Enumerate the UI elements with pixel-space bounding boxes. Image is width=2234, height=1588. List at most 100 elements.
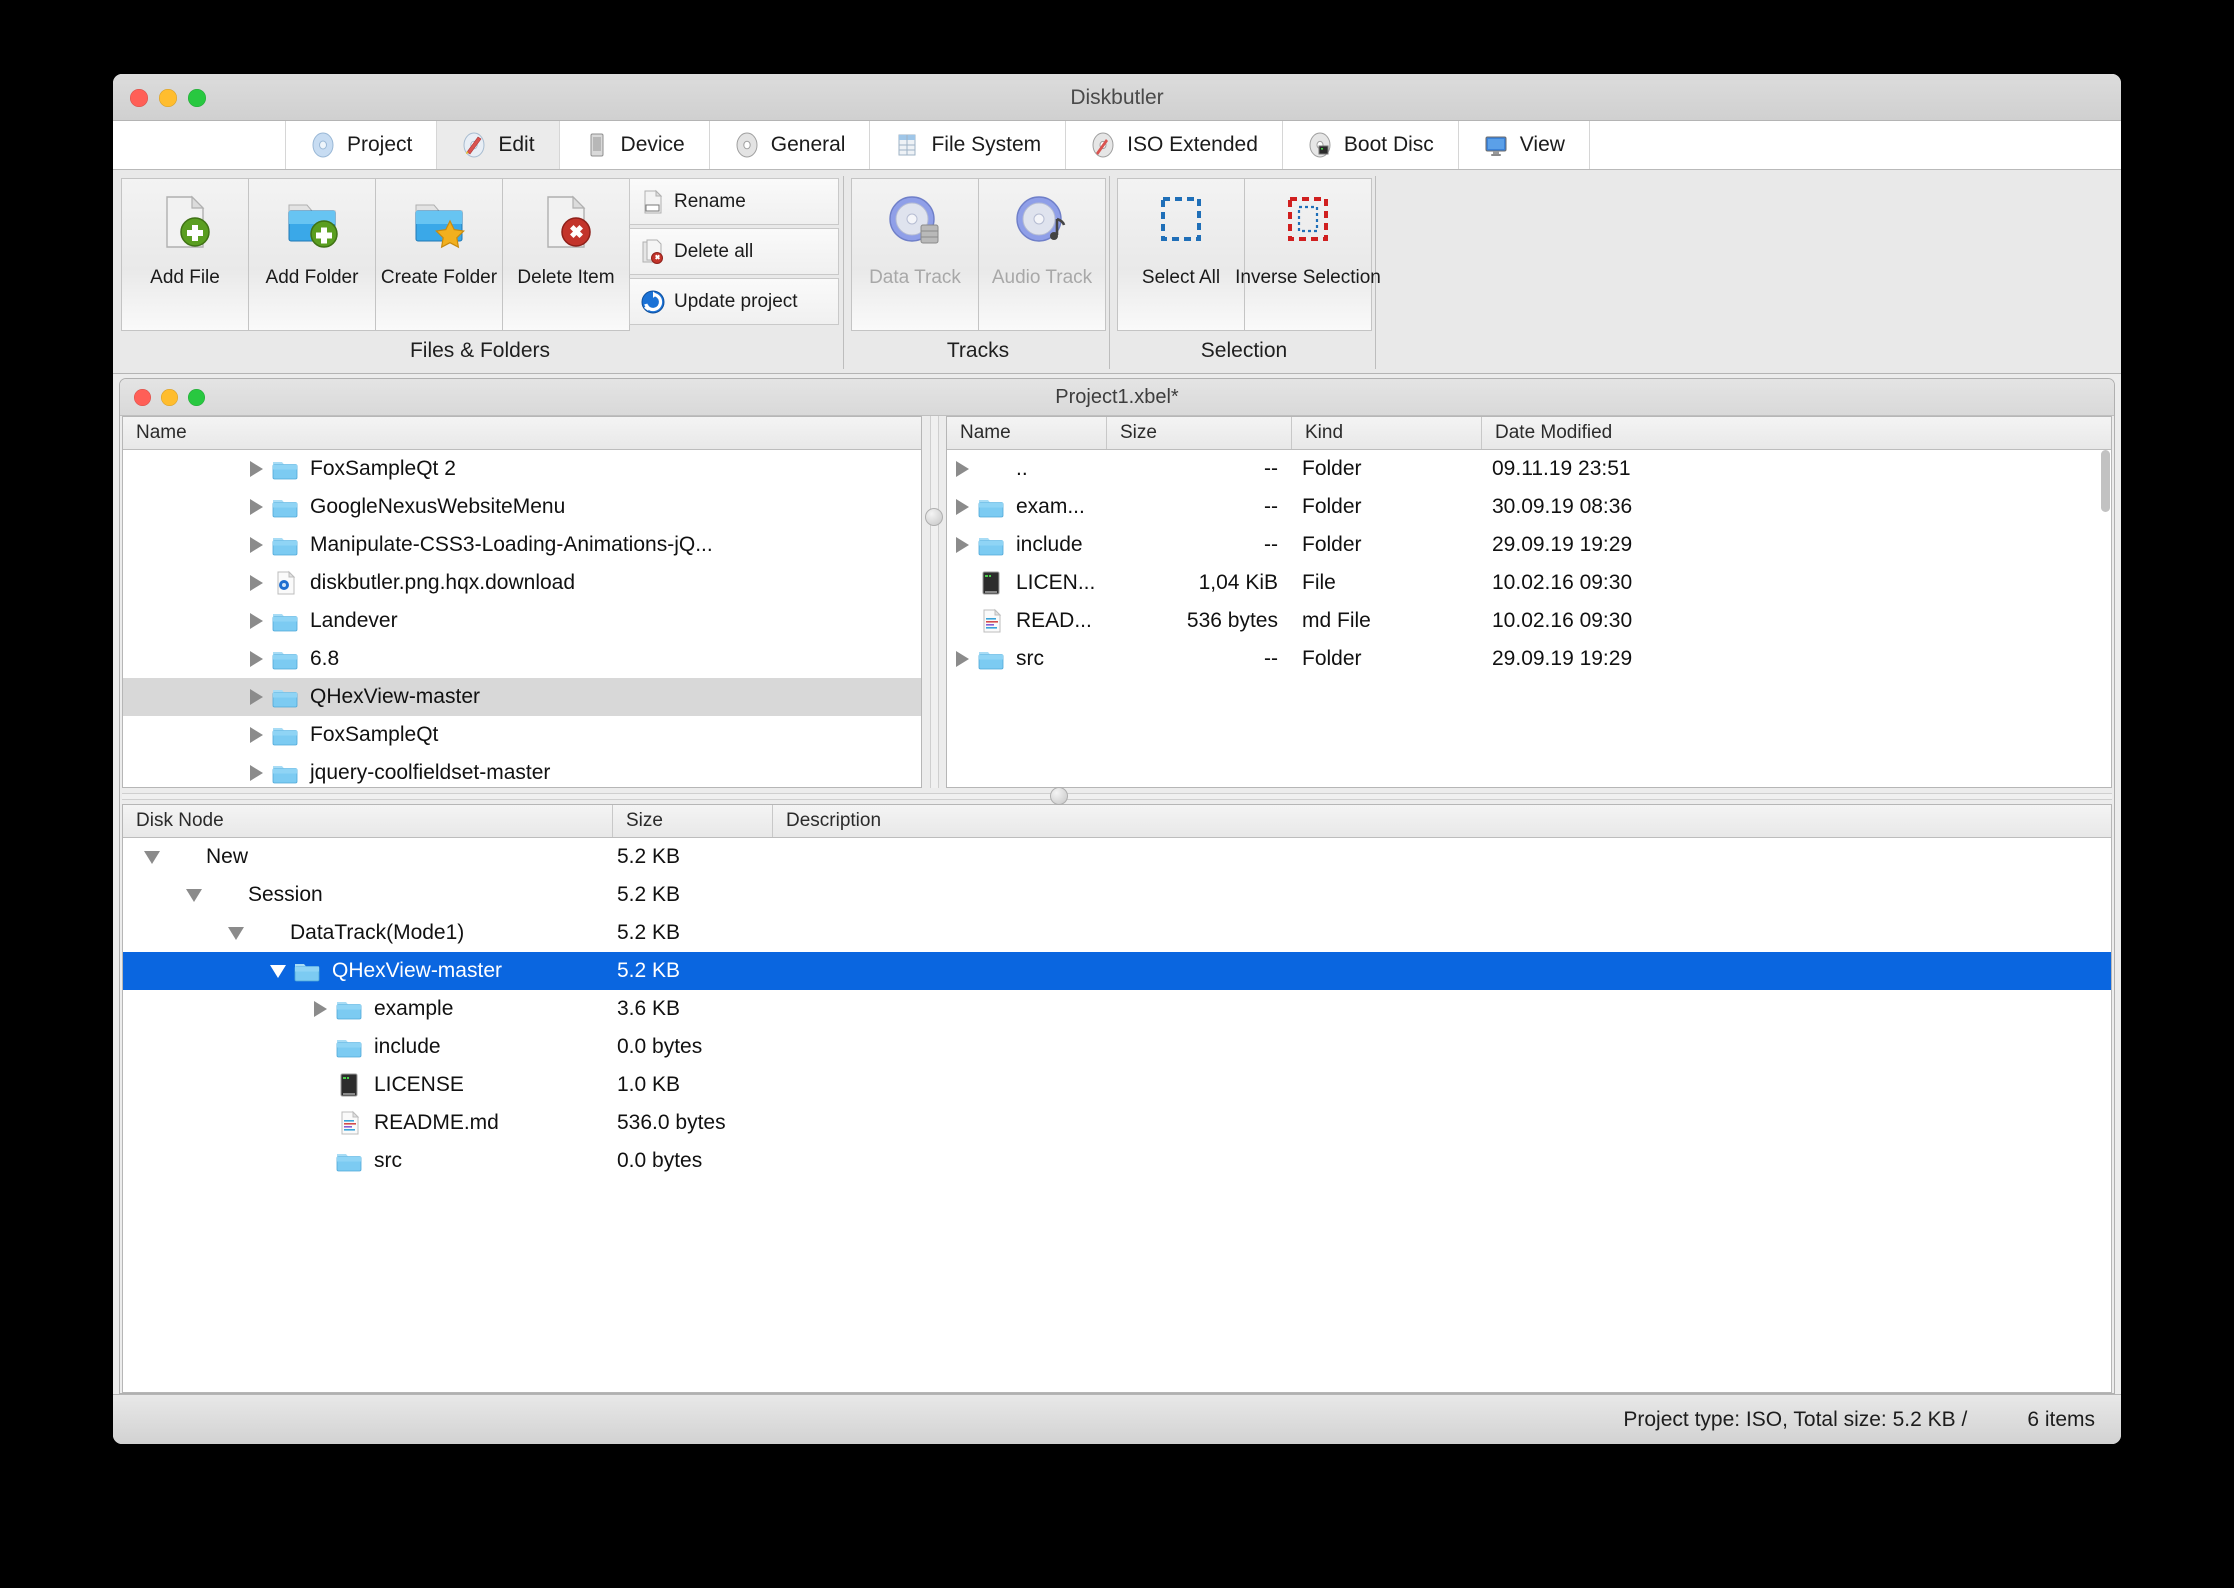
tab-iso-extended[interactable]: ISO Extended [1066, 121, 1283, 169]
expand-triangle-icon[interactable] [241, 461, 271, 477]
delete-item-button[interactable]: Delete Item [502, 178, 630, 331]
source-tree-row[interactable]: Manipulate-CSS3-Loading-Animations-jQ... [123, 526, 921, 564]
source-tree-row[interactable]: jquery-coolfieldset-master [123, 754, 921, 787]
file-delete-icon [535, 191, 597, 253]
column-header-description[interactable]: Description [773, 805, 2111, 837]
expand-triangle-icon[interactable] [241, 689, 271, 705]
disk-node-label: DataTrack(Mode1) [290, 921, 465, 944]
vertical-splitter[interactable] [922, 416, 946, 788]
column-header-name[interactable]: Name [123, 417, 921, 449]
file-list-row[interactable]: LICEN... 1,04 KiB File 10.02.16 09:30 [947, 564, 2111, 602]
file-size-cell: 1,04 KiB [1198, 571, 1278, 594]
column-header-size[interactable]: Size [1107, 417, 1292, 449]
collapse-triangle-icon[interactable] [263, 964, 293, 978]
file-kind-cell: Folder [1302, 495, 1362, 518]
source-tree-row-label: GoogleNexusWebsiteMenu [310, 495, 566, 518]
disk-node-row[interactable]: include 0.0 bytes [123, 1028, 2111, 1066]
file-name-cell: LICEN... [1016, 571, 1096, 594]
expand-triangle-icon[interactable] [241, 499, 271, 515]
document-window: Project1.xbel* Name FoxSampleQt 2 GoogleN… [119, 378, 2115, 1394]
document-titlebar: Project1.xbel* [120, 379, 2114, 416]
tab-label: Project [347, 133, 413, 156]
create-folder-button[interactable]: Create Folder [375, 178, 503, 331]
expand-triangle-icon[interactable] [241, 765, 271, 781]
expand-triangle-icon[interactable] [241, 575, 271, 591]
file-list-row[interactable]: src -- Folder 29.09.19 19:29 [947, 640, 2111, 678]
column-header-kind[interactable]: Kind [1292, 417, 1482, 449]
file-size-cell: -- [1264, 647, 1278, 670]
column-header-name[interactable]: Name [947, 417, 1107, 449]
rename-button[interactable]: Rename [629, 178, 839, 225]
tab-file-system[interactable]: File System [870, 121, 1067, 169]
file-list-row[interactable]: include -- Folder 29.09.19 19:29 [947, 526, 2111, 564]
disk-node-label: include [374, 1035, 441, 1058]
tab-boot-disc[interactable]: Boot Disc [1282, 121, 1459, 169]
file-list-rows[interactable]: .. -- Folder 09.11.19 23:51 exam... -- Folder 3… [947, 450, 2111, 787]
disk-node-row[interactable]: example 3.6 KB [123, 990, 2111, 1028]
disk-node-row[interactable]: LICENSE 1.0 KB [123, 1066, 2111, 1104]
delete-all-button[interactable]: Delete all [629, 228, 839, 275]
column-header-date[interactable]: Date Modified [1482, 417, 2111, 449]
column-header-size[interactable]: Size [613, 805, 773, 837]
expand-triangle-icon[interactable] [947, 499, 977, 515]
file-list-row[interactable]: exam... -- Folder 30.09.19 08:36 [947, 488, 2111, 526]
disk-node-row[interactable]: src 0.0 bytes [123, 1142, 2111, 1180]
add-folder-button[interactable]: Add Folder [248, 178, 376, 331]
tab-edit[interactable]: Edit [437, 121, 560, 169]
inverse-selection-icon [1277, 191, 1339, 253]
tab-general[interactable]: General [709, 121, 871, 169]
source-tree-row[interactable]: 6.8 [123, 640, 921, 678]
expand-triangle-icon[interactable] [241, 727, 271, 743]
file-kind-cell: md File [1302, 609, 1371, 632]
splitter-bar [122, 793, 2112, 800]
source-tree-row[interactable]: FoxSampleQt 2 [123, 450, 921, 488]
disk-node-panel: Disk Node Size Description New 5.2 KB Sess… [122, 804, 2112, 1393]
source-tree-row[interactable]: diskbutler.png.hqx.download [123, 564, 921, 602]
button-label: Add Folder [265, 267, 359, 288]
file-date-cell: 10.02.16 09:30 [1492, 609, 1633, 632]
disk-node-size: 5.2 KB [617, 883, 681, 906]
source-tree-row[interactable]: Landever [123, 602, 921, 640]
data-track-button[interactable]: Data Track [851, 178, 979, 331]
collapse-triangle-icon[interactable] [137, 850, 167, 864]
file-date-cell: 30.09.19 08:36 [1492, 495, 1633, 518]
disk-node-rows[interactable]: New 5.2 KB Session 5.2 KB DataTrack(Mode1) 5.… [123, 838, 2111, 1392]
expand-triangle-icon[interactable] [241, 537, 271, 553]
source-tree-row[interactable]: FoxSampleQt [123, 716, 921, 754]
expand-triangle-icon[interactable] [947, 537, 977, 553]
disk-node-row[interactable]: DataTrack(Mode1) 5.2 KB [123, 914, 2111, 952]
expand-triangle-icon[interactable] [241, 613, 271, 629]
update-project-button[interactable]: Update project [629, 278, 839, 325]
expand-triangle-icon[interactable] [305, 1001, 335, 1017]
refresh-icon [640, 289, 666, 315]
add-file-button[interactable]: Add File [121, 178, 249, 331]
disk-node-row[interactable]: Session 5.2 KB [123, 876, 2111, 914]
inverse-selection-button[interactable]: Inverse Selection [1235, 178, 1381, 331]
source-tree-row[interactable]: GoogleNexusWebsiteMenu [123, 488, 921, 526]
file-date-cell: 29.09.19 19:29 [1492, 647, 1633, 670]
disk-node-row[interactable]: QHexView-master 5.2 KB [123, 952, 2111, 990]
vertical-scrollbar[interactable] [2101, 450, 2110, 512]
tab-project[interactable]: Project [285, 121, 438, 169]
tab-view[interactable]: View [1458, 121, 1590, 169]
collapse-triangle-icon[interactable] [221, 926, 251, 940]
folder-icon [271, 456, 299, 482]
horizontal-splitter[interactable] [120, 787, 2114, 805]
file-list-row[interactable]: READ... 536 bytes md File 10.02.16 09:30 [947, 602, 2111, 640]
column-header-disk-node[interactable]: Disk Node [123, 805, 613, 837]
file-size-cell: 536 bytes [1186, 609, 1278, 632]
select-all-button[interactable]: Select All [1117, 178, 1245, 331]
source-tree-rows[interactable]: FoxSampleQt 2 GoogleNexusWebsiteMenu Manip… [123, 450, 921, 787]
disk-node-row[interactable]: README.md 536.0 bytes [123, 1104, 2111, 1142]
expand-triangle-icon[interactable] [947, 651, 977, 667]
splitter-knob[interactable] [925, 508, 943, 526]
file-list-row[interactable]: .. -- Folder 09.11.19 23:51 [947, 450, 2111, 488]
expand-triangle-icon[interactable] [241, 651, 271, 667]
tab-device[interactable]: Device [559, 121, 710, 169]
audio-track-button[interactable]: Audio Track [978, 178, 1106, 331]
disk-node-row[interactable]: New 5.2 KB [123, 838, 2111, 876]
collapse-triangle-icon[interactable] [179, 888, 209, 902]
expand-triangle-icon[interactable] [947, 461, 977, 477]
splitter-knob[interactable] [1050, 787, 1068, 805]
source-tree-row[interactable]: QHexView-master [123, 678, 921, 716]
